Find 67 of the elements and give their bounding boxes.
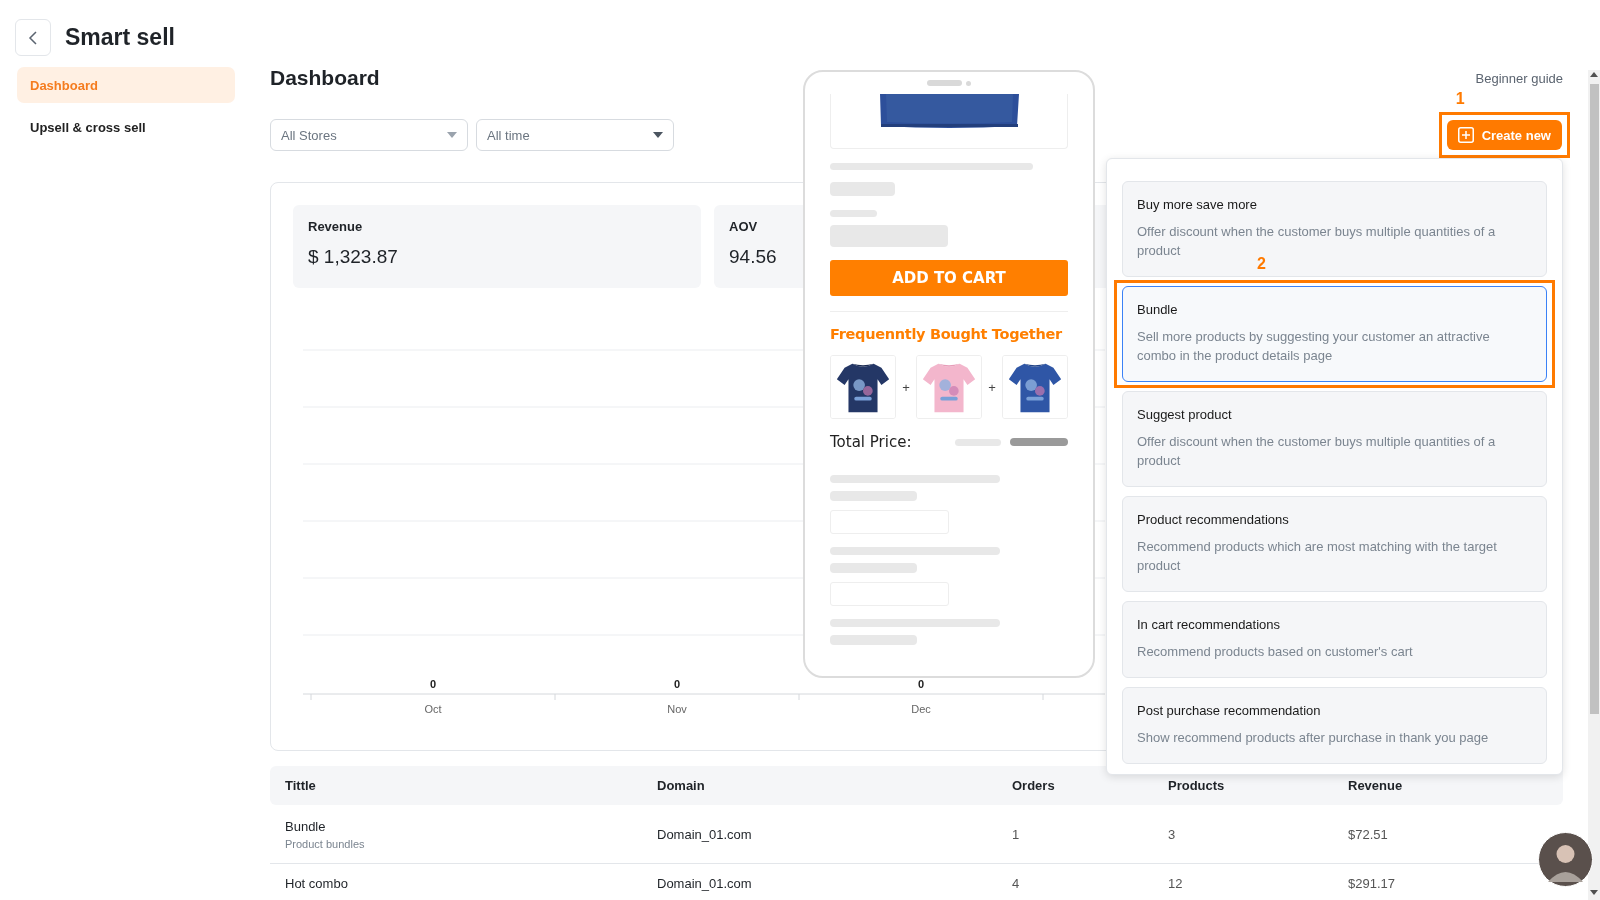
option-title: In cart recommendations bbox=[1137, 616, 1282, 634]
option-description: Offer discount when the customer buys multiple quantities of a product bbox=[1137, 433, 1497, 470]
option-card[interactable]: Product recommendations Recommend products which are most matching with the target product bbox=[1122, 496, 1547, 592]
table-cell-text: 4 bbox=[1012, 876, 1021, 891]
option-title: Product recommendations bbox=[1137, 511, 1290, 529]
axis-label: Dec bbox=[911, 703, 931, 715]
column-header: Domain bbox=[657, 778, 706, 793]
caret-icon bbox=[447, 132, 457, 138]
option-card[interactable]: Post purchase recommendation Show recommend products after purchase in thank you page bbox=[1122, 687, 1547, 764]
phone-camera bbox=[966, 80, 971, 86]
option-description: Sell more products by suggesting your customer an attractive combo in the product details page bbox=[1137, 328, 1491, 365]
table-cell-text: 12 bbox=[1168, 876, 1184, 891]
option-description: Recommend products based on customer's cart bbox=[1137, 643, 1414, 661]
total-price-label: Total Price: bbox=[830, 433, 913, 451]
option-title: Suggest product bbox=[1137, 406, 1233, 424]
caret-icon bbox=[653, 132, 663, 138]
column-header: Products bbox=[1168, 778, 1226, 793]
guide-link[interactable]: Beginner guide bbox=[1475, 70, 1563, 86]
table-cell-text: Bundle bbox=[285, 818, 327, 834]
phone-speaker bbox=[927, 80, 962, 86]
section-title: Frequenntly Bought Together bbox=[830, 326, 1063, 342]
table-cell-subtitle: Product bundles bbox=[285, 837, 366, 850]
page-heading: Dashboard bbox=[270, 66, 380, 90]
data-label: 0 bbox=[429, 678, 437, 690]
stat-label: AOV bbox=[729, 219, 758, 234]
option-description: Show recommend products after purchase in thank you page bbox=[1137, 729, 1490, 747]
plus-sign: + bbox=[987, 379, 997, 395]
dropdown-field[interactable]: All time bbox=[476, 119, 674, 151]
data-label: 0 bbox=[917, 678, 925, 690]
scrollbar-thumb[interactable] bbox=[1590, 84, 1599, 714]
dropdown-field[interactable]: All Stores bbox=[270, 119, 468, 151]
data-label: 0 bbox=[673, 678, 681, 690]
table-cell-text: Domain_01.com bbox=[657, 826, 753, 842]
scrollbar[interactable] bbox=[1588, 70, 1600, 900]
table-cell-text: 1 bbox=[1012, 826, 1021, 842]
table-cell-text: Domain_01.com bbox=[657, 876, 753, 891]
avatar-icon[interactable] bbox=[1538, 832, 1593, 887]
app-title: Smart sell bbox=[65, 24, 175, 51]
option-title: Bundle bbox=[1137, 301, 1179, 319]
option-title: Buy more save more bbox=[1137, 196, 1258, 214]
annotation-number: 1 bbox=[1455, 90, 1465, 108]
option-card[interactable]: Bundle Sell more products by suggesting your customer an attractive combo in the product details page bbox=[1122, 286, 1547, 382]
table-cell-text: 3 bbox=[1168, 826, 1177, 842]
table-cell-text: Hot combo bbox=[285, 876, 349, 891]
axis-label: Oct bbox=[424, 703, 442, 715]
stat-value: $ 1,323.87 bbox=[308, 246, 398, 268]
column-header: Orders bbox=[1012, 778, 1056, 793]
placeholder-bar bbox=[1010, 438, 1068, 446]
column-header: Tittle bbox=[285, 778, 317, 793]
plus-square-icon bbox=[1457, 127, 1474, 143]
down-arrow-icon[interactable] bbox=[1590, 890, 1598, 895]
stat-label: Revenue bbox=[308, 219, 363, 234]
option-card[interactable]: Suggest product Offer discount when the customer buys multiple quantities of a product bbox=[1122, 391, 1547, 487]
option-description: Recommend products which are most matching with the target product bbox=[1137, 538, 1498, 575]
up-arrow-icon[interactable] bbox=[1590, 72, 1598, 77]
table-cell-text: $72.51 bbox=[1348, 826, 1389, 842]
annotation-number: 2 bbox=[1257, 255, 1266, 273]
option-description: Offer discount when the customer buys multiple quantities of a product bbox=[1137, 223, 1497, 258]
stat-value: 94.56 bbox=[729, 246, 777, 268]
chevron-left-icon bbox=[28, 30, 38, 45]
option-title: Post purchase recommendation bbox=[1137, 702, 1322, 720]
column-header: Revenue bbox=[1348, 778, 1404, 793]
axis-label: Nov bbox=[667, 703, 687, 715]
option-card[interactable]: In cart recommendations Recommend products based on customer's cart bbox=[1122, 601, 1547, 678]
sidebar-item[interactable]: Upsell & cross sell bbox=[17, 109, 235, 145]
plus-sign: + bbox=[901, 379, 911, 395]
table-cell-text: $291.17 bbox=[1348, 876, 1396, 891]
